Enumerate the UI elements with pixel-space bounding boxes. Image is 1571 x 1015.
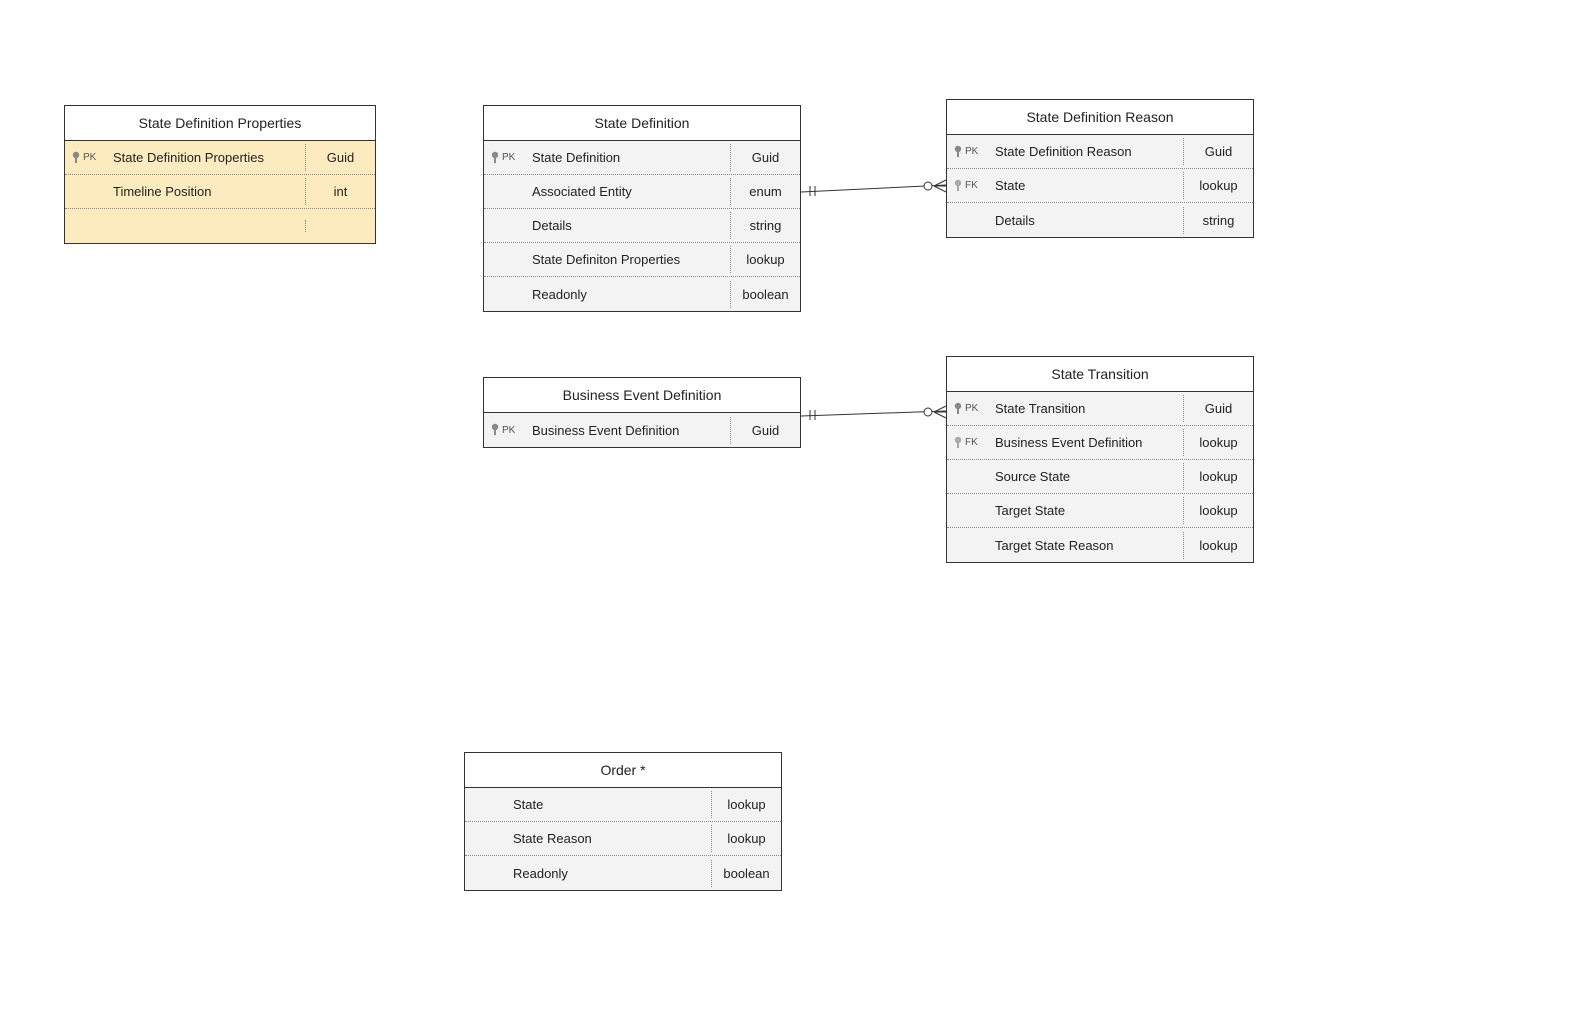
entity-order: Order * State lookup State Reason lookup… — [464, 752, 782, 891]
field-type: lookup — [711, 791, 781, 818]
field-name: Details — [991, 207, 1183, 234]
entity-title: Order * — [465, 753, 781, 788]
table-row: Target State lookup — [947, 494, 1253, 528]
field-name: Details — [528, 212, 730, 239]
key-label: PK — [965, 403, 978, 414]
field-type: string — [1183, 207, 1253, 234]
field-name: Readonly — [528, 281, 730, 308]
table-row: Readonly boolean — [465, 856, 781, 890]
connector-bizevent-to-transition — [801, 406, 946, 420]
field-type: Guid — [1183, 138, 1253, 165]
table-row: PK State Definition Properties Guid — [65, 141, 375, 175]
connector-statedef-to-reason — [801, 180, 946, 196]
field-name: State Definition — [528, 144, 730, 171]
key-label: PK — [965, 146, 978, 157]
table-row: Details string — [947, 203, 1253, 237]
table-row: Timeline Position int — [65, 175, 375, 209]
field-type: lookup — [711, 825, 781, 852]
key-cell: PK — [947, 402, 991, 416]
entity-body: PK State Transition Guid FK Business Eve… — [947, 392, 1253, 562]
key-icon — [953, 145, 963, 159]
key-label: FK — [965, 437, 978, 448]
key-icon — [71, 151, 81, 165]
table-row: Associated Entity enum — [484, 175, 800, 209]
entity-body: PK State Definition Guid Associated Enti… — [484, 141, 800, 311]
field-type: lookup — [1183, 172, 1253, 199]
field-type: Guid — [730, 144, 800, 171]
field-name: State Definition Reason — [991, 138, 1183, 165]
table-row: FK Business Event Definition lookup — [947, 426, 1253, 460]
field-type: int — [305, 178, 375, 205]
table-row: State Definiton Properties lookup — [484, 243, 800, 277]
key-cell: FK — [947, 436, 991, 450]
field-name: State Definiton Properties — [528, 246, 730, 273]
field-type: Guid — [305, 144, 375, 171]
field-name: State Definition Properties — [109, 144, 305, 171]
table-row: PK State Definition Reason Guid — [947, 135, 1253, 169]
table-row: Readonly boolean — [484, 277, 800, 311]
table-row: PK State Transition Guid — [947, 392, 1253, 426]
field-type: string — [730, 212, 800, 239]
field-name: State Transition — [991, 395, 1183, 422]
entity-state-definition: State Definition PK State Definition Gui… — [483, 105, 801, 312]
entity-body: PK Business Event Definition Guid — [484, 413, 800, 447]
table-row: Target State Reason lookup — [947, 528, 1253, 562]
field-type: lookup — [1183, 463, 1253, 490]
field-name: Associated Entity — [528, 178, 730, 205]
field-name: Business Event Definition — [991, 429, 1183, 456]
field-name: State Reason — [509, 825, 711, 852]
key-label: FK — [965, 180, 978, 191]
key-icon — [953, 179, 963, 193]
key-cell: PK — [484, 423, 528, 437]
key-icon — [953, 402, 963, 416]
entity-body: PK State Definition Properties Guid Time… — [65, 141, 375, 243]
key-cell: PK — [65, 151, 109, 165]
key-icon — [490, 151, 500, 165]
field-type: boolean — [711, 860, 781, 887]
spacer-row — [65, 209, 375, 243]
key-label: PK — [502, 152, 515, 163]
table-row: FK State lookup — [947, 169, 1253, 203]
field-name: Business Event Definition — [528, 417, 730, 444]
table-row: PK State Definition Guid — [484, 141, 800, 175]
field-type: lookup — [1183, 429, 1253, 456]
entity-state-definition-properties: State Definition Properties PK State Def… — [64, 105, 376, 244]
field-name: Timeline Position — [109, 178, 305, 205]
table-row: State lookup — [465, 788, 781, 822]
field-type: lookup — [1183, 532, 1253, 559]
entity-body: State lookup State Reason lookup Readonl… — [465, 788, 781, 890]
key-label: PK — [502, 425, 515, 436]
entity-state-transition: State Transition PK State Transition Gui… — [946, 356, 1254, 563]
key-cell: PK — [484, 151, 528, 165]
table-row: Source State lookup — [947, 460, 1253, 494]
field-name: Target State — [991, 497, 1183, 524]
key-icon — [953, 436, 963, 450]
field-name: State — [991, 172, 1183, 199]
key-label: PK — [83, 152, 96, 163]
table-row: State Reason lookup — [465, 822, 781, 856]
entity-state-definition-reason: State Definition Reason PK State Definit… — [946, 99, 1254, 238]
entity-title: State Transition — [947, 357, 1253, 392]
field-name: Source State — [991, 463, 1183, 490]
field-type: lookup — [1183, 497, 1253, 524]
entity-body: PK State Definition Reason Guid FK State… — [947, 135, 1253, 237]
entity-title: State Definition — [484, 106, 800, 141]
entity-title: State Definition Properties — [65, 106, 375, 141]
field-type: Guid — [1183, 395, 1253, 422]
field-type: boolean — [730, 281, 800, 308]
key-cell: PK — [947, 145, 991, 159]
key-cell: FK — [947, 179, 991, 193]
entity-business-event-definition: Business Event Definition PK Business Ev… — [483, 377, 801, 448]
table-row: PK Business Event Definition Guid — [484, 413, 800, 447]
entity-title: Business Event Definition — [484, 378, 800, 413]
field-name: Readonly — [509, 860, 711, 887]
field-name: Target State Reason — [991, 532, 1183, 559]
field-name: State — [509, 791, 711, 818]
table-row: Details string — [484, 209, 800, 243]
key-icon — [490, 423, 500, 437]
field-type: Guid — [730, 417, 800, 444]
field-type: lookup — [730, 246, 800, 273]
field-type: enum — [730, 178, 800, 205]
entity-title: State Definition Reason — [947, 100, 1253, 135]
